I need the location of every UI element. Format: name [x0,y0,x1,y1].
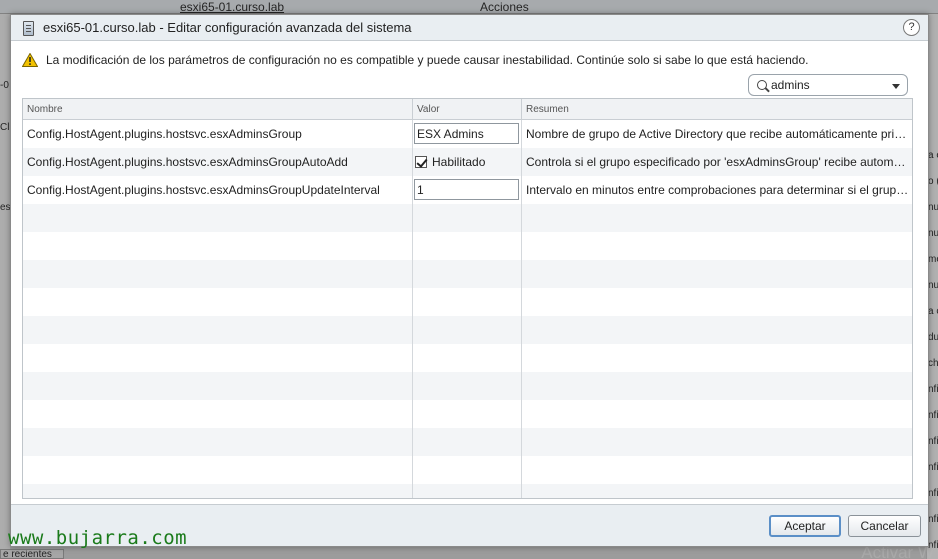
ok-button[interactable]: Aceptar [769,515,841,537]
help-button[interactable]: ? [903,19,920,36]
search-icon [757,80,767,90]
empty-row [23,428,912,456]
empty-row [23,260,912,288]
table-row[interactable]: Config.HostAgent.plugins.hostsvc.esxAdmi… [23,120,912,148]
dialog-header: esxi65-01.curso.lab - Editar configuraci… [11,15,928,41]
dialog-title: esxi65-01.curso.lab - Editar configuraci… [43,20,412,35]
enabled-checkbox[interactable] [415,156,427,168]
filter-search-box[interactable] [748,74,908,96]
setting-name: Config.HostAgent.plugins.hostsvc.esxAdmi… [27,127,302,141]
grid-header: Nombre Valor Resumen [23,99,912,120]
cancel-button[interactable]: Cancelar [848,515,921,537]
empty-row [23,232,912,260]
empty-row [23,456,912,484]
setting-summary: Controla si el grupo especificado por 'e… [526,155,910,169]
empty-row [23,400,912,428]
checkbox-label: Habilitado [432,155,486,169]
host-server-icon [23,21,34,36]
warning-icon [22,53,38,67]
warning-text: La modificación de los parámetros de con… [46,53,809,67]
empty-row [23,288,912,316]
advanced-settings-dialog: esxi65-01.curso.lab - Editar configuraci… [10,14,929,547]
empty-row [23,344,912,372]
column-header-name[interactable]: Nombre [23,99,413,120]
table-row[interactable]: Config.HostAgent.plugins.hostsvc.esxAdmi… [23,176,912,204]
empty-row [23,484,912,498]
empty-row [23,372,912,400]
setting-value-input[interactable] [414,179,519,200]
setting-value-input[interactable] [414,123,519,144]
column-header-summary[interactable]: Resumen [522,99,912,120]
chevron-down-icon[interactable] [892,84,900,89]
empty-row [23,316,912,344]
column-divider [412,120,413,498]
column-header-value[interactable]: Valor [413,99,522,120]
setting-summary: Intervalo en minutos entre comprobacione… [526,183,910,197]
site-watermark: www.bujarra.com [8,527,188,549]
settings-grid: Nombre Valor Resumen Config.HostAgent.pl… [22,98,913,499]
search-input[interactable] [771,77,889,93]
setting-summary: Nombre de grupo de Active Directory que … [526,127,910,141]
empty-row [23,204,912,232]
column-divider [521,120,522,498]
setting-name: Config.HostAgent.plugins.hostsvc.esxAdmi… [27,183,380,197]
table-row[interactable]: Config.HostAgent.plugins.hostsvc.esxAdmi… [23,148,912,176]
setting-name: Config.HostAgent.plugins.hostsvc.esxAdmi… [27,155,348,169]
